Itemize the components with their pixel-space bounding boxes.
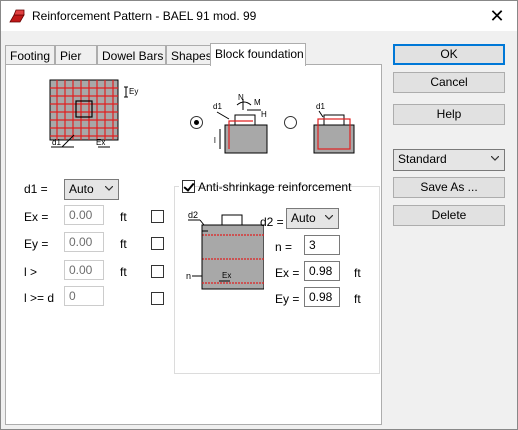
- tab-shapes[interactable]: Shapes: [166, 45, 212, 65]
- reinforcement-pattern-dialog: Reinforcement Pattern - BAEL 91 mod. 99 …: [0, 0, 518, 430]
- ey2-input[interactable]: 0.98: [304, 287, 340, 307]
- d1-select-value: Auto: [69, 182, 94, 196]
- d2-select-value: Auto: [291, 211, 316, 225]
- chevron-down-icon: [491, 156, 499, 161]
- d1-field-label: d1 =: [24, 182, 48, 196]
- l-field-label: l >: [24, 265, 38, 279]
- ey-field-label: Ey =: [24, 237, 49, 251]
- plan-reinforcement-diagram: Ey d1 Ex: [49, 79, 138, 148]
- section-diagram-1: N M H d1 l: [213, 93, 268, 154]
- ey-unit: ft: [120, 237, 127, 251]
- l-label: l: [214, 136, 216, 145]
- l-unit: ft: [120, 265, 127, 279]
- ex2-unit: ft: [354, 266, 361, 280]
- section-diagram-2: d1: [313, 102, 355, 154]
- d2-label: d2: [188, 210, 198, 220]
- tab-dowel-bars[interactable]: Dowel Bars: [97, 45, 166, 65]
- ey-input[interactable]: 0.00: [64, 232, 104, 252]
- ex2-input[interactable]: 0.98: [304, 261, 340, 281]
- ey2-field-label: Ey =: [275, 292, 300, 306]
- tab-block-foundation[interactable]: Block foundation: [210, 43, 306, 66]
- delete-button[interactable]: Delete: [393, 205, 505, 226]
- window-title: Reinforcement Pattern - BAEL 91 mod. 99: [32, 9, 257, 23]
- n-field-label: n =: [275, 240, 293, 254]
- d2-select[interactable]: Auto: [286, 208, 339, 229]
- d1-section2-label: d1: [316, 102, 325, 111]
- anti-shrinkage-diagram: d2 n Ex: [186, 210, 264, 290]
- ex2-field-label: Ex =: [275, 266, 300, 280]
- l-checkbox[interactable]: [151, 265, 164, 278]
- ex-field-label: Ex =: [24, 210, 49, 224]
- d1-label: d1: [52, 138, 61, 147]
- ex-input[interactable]: 0.00: [64, 205, 104, 225]
- ey-checkbox[interactable]: [151, 237, 164, 250]
- l-input[interactable]: 0.00: [64, 260, 104, 280]
- ey2-unit: ft: [354, 292, 361, 306]
- tab-label: Shapes: [171, 49, 212, 63]
- n-diagram-label: n: [186, 271, 191, 281]
- tab-panel: Ey d1 Ex N M H d1 l d1 d1 = Auto Ex = 0.…: [5, 64, 382, 425]
- n-input[interactable]: 3: [304, 235, 340, 255]
- l-ge-d-checkbox[interactable]: [151, 292, 164, 305]
- chevron-down-icon: [105, 186, 113, 191]
- d1-section-label: d1: [213, 102, 222, 111]
- option-radio-1[interactable]: [190, 116, 203, 129]
- ex-label: Ex: [96, 138, 105, 147]
- d2-field-label: d2 =: [260, 215, 284, 229]
- save-as-button[interactable]: Save As ...: [393, 177, 505, 198]
- tab-footing[interactable]: Footing: [5, 45, 55, 65]
- ex-checkbox[interactable]: [151, 210, 164, 223]
- anti-shrinkage-label-bg: [181, 179, 371, 195]
- close-icon[interactable]: ✕: [487, 6, 507, 26]
- app-icon: [9, 9, 25, 23]
- tab-pier[interactable]: Pier: [55, 45, 97, 65]
- tab-label: Dowel Bars: [102, 49, 164, 63]
- option-radio-2[interactable]: [284, 116, 297, 129]
- standard-select-value: Standard: [398, 152, 447, 166]
- cancel-button[interactable]: Cancel: [393, 72, 505, 93]
- tab-label: Pier: [60, 49, 82, 63]
- standard-select[interactable]: Standard: [393, 149, 505, 171]
- chevron-down-icon: [325, 215, 333, 220]
- ex-diagram-label: Ex: [222, 271, 231, 280]
- d1-select[interactable]: Auto: [64, 179, 119, 200]
- tab-label: Block foundation: [215, 47, 304, 61]
- ok-button[interactable]: OK: [393, 44, 505, 65]
- help-button[interactable]: Help: [393, 104, 505, 125]
- title-bar: Reinforcement Pattern - BAEL 91 mod. 99 …: [1, 1, 517, 31]
- l-ge-d-input[interactable]: 0: [64, 286, 104, 306]
- l-ge-d-label: l >= d: [24, 291, 55, 305]
- h-label: H: [261, 110, 267, 119]
- tab-label: Footing: [10, 49, 51, 63]
- ex-unit: ft: [120, 210, 127, 224]
- m-label: M: [254, 98, 261, 107]
- ey-label: Ey: [129, 87, 138, 96]
